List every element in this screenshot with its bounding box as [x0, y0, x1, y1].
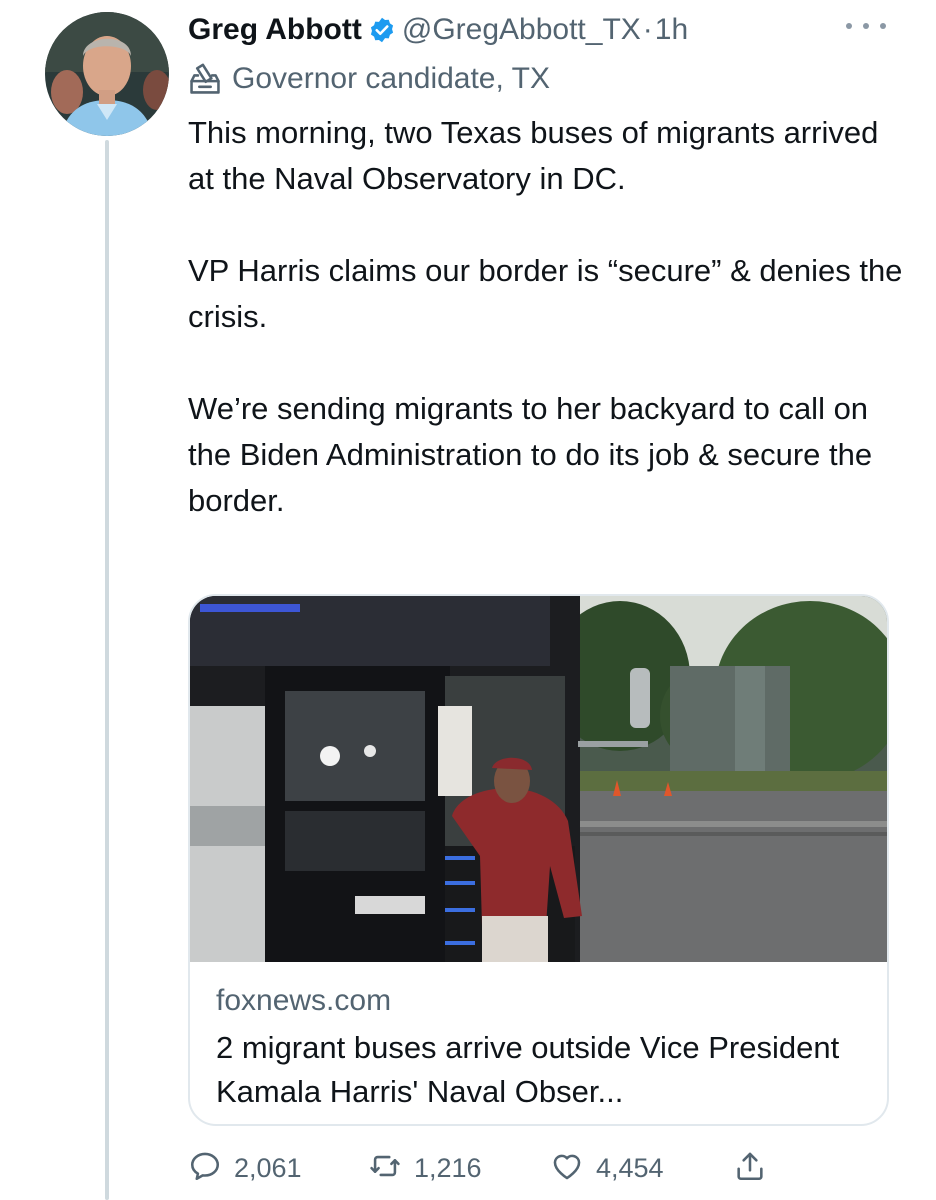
like-button[interactable]: 4,454 — [550, 1148, 664, 1188]
reply-count: 2,061 — [234, 1152, 302, 1183]
share-icon — [733, 1149, 767, 1188]
more-dot — [846, 23, 852, 29]
share-button[interactable] — [733, 1148, 767, 1188]
more-dot — [880, 23, 886, 29]
like-count: 4,454 — [596, 1152, 664, 1183]
heart-icon — [550, 1149, 584, 1188]
card-domain: foxnews.com — [216, 984, 392, 1017]
label-text: Governor candidate, TX — [232, 62, 550, 95]
avatar[interactable] — [45, 12, 169, 136]
more-dot — [863, 23, 869, 29]
avatar-photo — [45, 12, 169, 136]
ballot-box-icon — [188, 62, 222, 96]
separator: · — [642, 13, 653, 46]
retweet-button[interactable]: 1,216 — [368, 1148, 482, 1188]
retweet-count: 1,216 — [414, 1152, 482, 1183]
author-handle[interactable]: @GregAbbott_TX — [402, 13, 641, 47]
tweet-paragraph: We’re sending migrants to her backyard t… — [188, 391, 873, 518]
link-card[interactable]: foxnews.com 2 migrant buses arrive outsi… — [188, 594, 889, 1126]
tweet-paragraph: VP Harris claims our border is “secure” … — [188, 253, 903, 334]
more-options-icon[interactable] — [846, 14, 886, 38]
reply-icon — [188, 1149, 222, 1188]
account-label[interactable]: Governor candidate, TX — [188, 58, 550, 100]
thread-line — [105, 140, 109, 1200]
tweet-paragraph: This morning, two Texas buses of migrant… — [188, 115, 879, 196]
author-name[interactable]: Greg Abbott — [188, 13, 362, 47]
card-title: 2 migrant buses arrive outside Vice Pres… — [216, 1030, 840, 1109]
tweet-text: This morning, two Texas buses of migrant… — [188, 110, 908, 524]
reply-button[interactable]: 2,061 — [188, 1148, 302, 1188]
tweet-actions: 2,061 1,216 4,454 — [188, 1148, 788, 1188]
verified-badge-icon — [368, 16, 396, 44]
retweet-icon — [368, 1149, 402, 1188]
timestamp[interactable]: 1h — [655, 13, 688, 47]
tweet-header: Greg Abbott @GregAbbott_TX · 1h — [188, 8, 688, 52]
card-image — [190, 596, 887, 962]
